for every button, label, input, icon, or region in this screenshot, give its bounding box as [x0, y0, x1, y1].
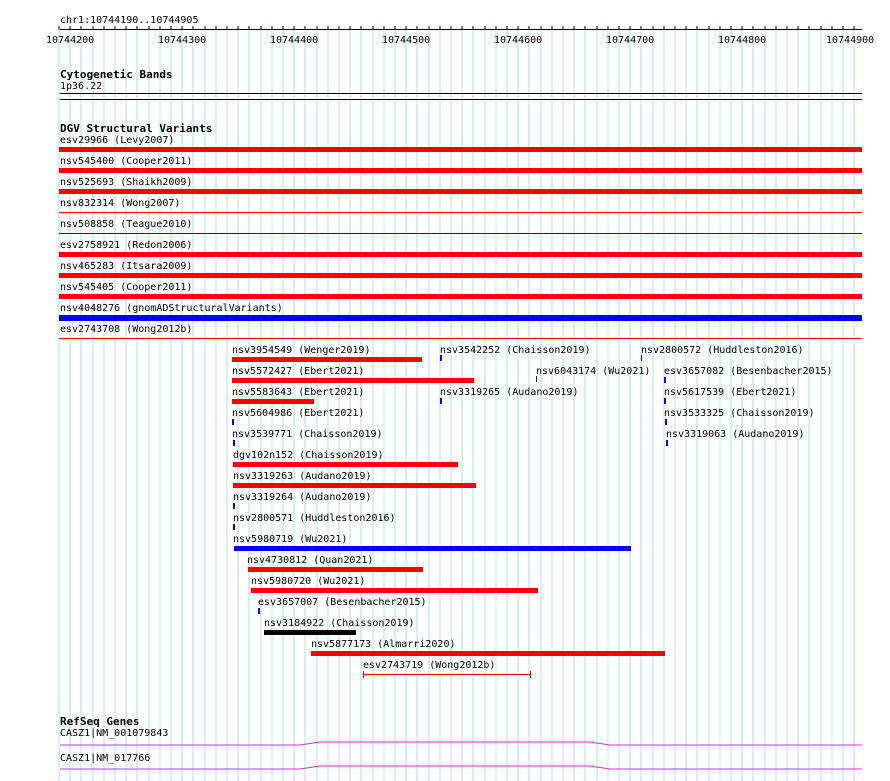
variant-label[interactable]: nsv5877173 (Almarri2020) [311, 639, 456, 651]
variant-bar-gain[interactable] [59, 189, 862, 194]
variant-line-gain[interactable] [363, 674, 531, 675]
variant-label[interactable]: nsv4048276 (gnomADStructuralVariants) [60, 303, 283, 315]
variant-bar-gain[interactable] [59, 252, 862, 257]
variant-label[interactable]: nsv2800571 (Huddleston2016) [233, 513, 396, 525]
variant-label[interactable]: nsv3319265 (Audano2019) [440, 387, 578, 399]
variant-tick-loss[interactable] [258, 608, 260, 614]
variant-bar-gain[interactable] [311, 651, 665, 656]
variant-tick-loss[interactable] [440, 355, 442, 361]
ruler-tick-label: 10744400 [270, 35, 319, 46]
variant-label[interactable]: nsv545400 (Cooper2011) [60, 156, 192, 168]
variant-label[interactable]: nsv3319263 (Audano2019) [233, 471, 371, 483]
variant-line-gain[interactable] [59, 212, 862, 213]
variant-label[interactable]: nsv5604986 (Ebert2021) [232, 408, 364, 420]
variant-label[interactable]: esv3657082 (Besenbacher2015) [664, 366, 833, 378]
variant-label[interactable]: esv2743708 (Wong2012b) [60, 324, 192, 336]
ruler-tick-label: 10744900 [826, 35, 875, 46]
variant-tick-loss[interactable] [641, 355, 642, 361]
ruler-tick-label: 10744300 [158, 35, 207, 46]
variant-label[interactable]: nsv525693 (Shaikh2009) [60, 177, 192, 189]
variant-label[interactable]: esv2743719 (Wong2012b) [363, 660, 495, 672]
cytoband-line [60, 99, 862, 100]
variant-tick-loss[interactable] [536, 376, 537, 382]
variant-line-end-cap [530, 671, 531, 678]
variant-label[interactable]: nsv4730812 (Quan2021) [247, 555, 373, 567]
variant-line-loss[interactable] [59, 233, 862, 234]
variant-line-end-cap [363, 671, 364, 678]
variant-label[interactable]: esv3657007 (Besenbacher2015) [258, 597, 427, 609]
variant-bar-gain[interactable] [232, 399, 314, 404]
variant-bar-gain[interactable] [59, 147, 862, 152]
refseq-track-title[interactable]: RefSeq Genes [60, 715, 139, 728]
ruler-tick-label: 10744500 [382, 35, 431, 46]
variant-label[interactable]: nsv3954549 (Wenger2019) [232, 345, 370, 357]
ruler-tick-label: 10744200 [46, 35, 95, 46]
variant-bar-gain[interactable] [248, 567, 423, 572]
variant-label[interactable]: nsv5617539 (Ebert2021) [664, 387, 796, 399]
variant-tick-loss[interactable] [440, 398, 442, 404]
variant-tick-loss[interactable] [665, 419, 667, 425]
variant-label[interactable]: nsv5980719 (Wu2021) [233, 534, 347, 546]
genome-browser-view: chr1:10744190..10744905 10744200 1074430… [0, 0, 890, 781]
variant-tick-loss[interactable] [233, 524, 235, 530]
variant-tick-loss[interactable] [664, 377, 666, 383]
variant-label[interactable]: nsv3542252 (Chaisson2019) [440, 345, 591, 357]
variant-tick-loss[interactable] [666, 440, 668, 446]
variant-label[interactable]: nsv545405 (Cooper2011) [60, 282, 192, 294]
variant-line-gain[interactable] [59, 338, 862, 339]
cytoband-line [60, 93, 862, 94]
variant-tick-loss[interactable] [664, 398, 666, 404]
variant-tick-loss[interactable] [233, 503, 235, 509]
variant-tick-loss[interactable] [232, 419, 234, 425]
variant-label[interactable]: esv29966 (Levy2007) [60, 135, 174, 147]
variant-bar-loss[interactable] [59, 315, 862, 321]
variant-bar-gain[interactable] [233, 462, 458, 467]
variant-label[interactable]: nsv508858 (Teague2010) [60, 219, 192, 231]
location-label: chr1:10744190..10744905 [60, 15, 199, 26]
variant-label[interactable]: nsv5583643 (Ebert2021) [232, 387, 364, 399]
variant-bar-loss[interactable] [234, 546, 631, 551]
gene-label[interactable]: CASZ1|NM_001079843 [60, 728, 168, 740]
variant-tick-loss[interactable] [233, 440, 235, 446]
variant-label[interactable]: nsv832314 (Wong2007) [60, 198, 180, 210]
variant-bar-gain[interactable] [59, 168, 862, 173]
ruler-line [60, 29, 862, 30]
variant-bar-gain[interactable] [251, 588, 538, 593]
variant-label[interactable]: nsv5980720 (Wu2021) [251, 576, 365, 588]
variant-label[interactable]: nsv3184922 (Chaisson2019) [264, 618, 415, 630]
gene-label[interactable]: CASZ1|NM_017766 [60, 753, 150, 765]
variant-label[interactable]: nsv3319063 (Audano2019) [666, 429, 804, 441]
variant-label[interactable]: esv2758921 (Redon2006) [60, 240, 192, 252]
variant-bar-gain[interactable] [232, 378, 474, 383]
cytoband-track-title[interactable]: Cytogenetic Bands [60, 68, 173, 81]
variant-bar-gain[interactable] [59, 273, 862, 278]
variant-label[interactable]: nsv5572427 (Ebert2021) [232, 366, 364, 378]
ruler-tick-label: 10744600 [494, 35, 543, 46]
variant-label[interactable]: nsv2800572 (Huddleston2016) [641, 345, 804, 357]
variant-bar-gain[interactable] [232, 357, 422, 362]
cytoband-label[interactable]: 1p36.22 [60, 81, 102, 93]
variant-label[interactable]: nsv465283 (Itsara2009) [60, 261, 192, 273]
variant-label[interactable]: nsv3533325 (Chaisson2019) [664, 408, 815, 420]
variant-label[interactable]: nsv6043174 (Wu2021) [536, 366, 650, 378]
ruler-tick-label: 10744800 [718, 35, 767, 46]
variant-label[interactable]: nsv3539771 (Chaisson2019) [232, 429, 383, 441]
variant-bar-gain[interactable] [59, 294, 862, 299]
variant-bar-gain[interactable] [233, 483, 476, 488]
variant-label[interactable]: nsv3319264 (Audano2019) [233, 492, 371, 504]
ruler-tick-label: 10744700 [606, 35, 655, 46]
dgv-track-title[interactable]: DGV Structural Variants [60, 122, 212, 135]
variant-label[interactable]: dgv102n152 (Chaisson2019) [233, 450, 384, 462]
variant-bar-complex[interactable] [264, 630, 356, 635]
